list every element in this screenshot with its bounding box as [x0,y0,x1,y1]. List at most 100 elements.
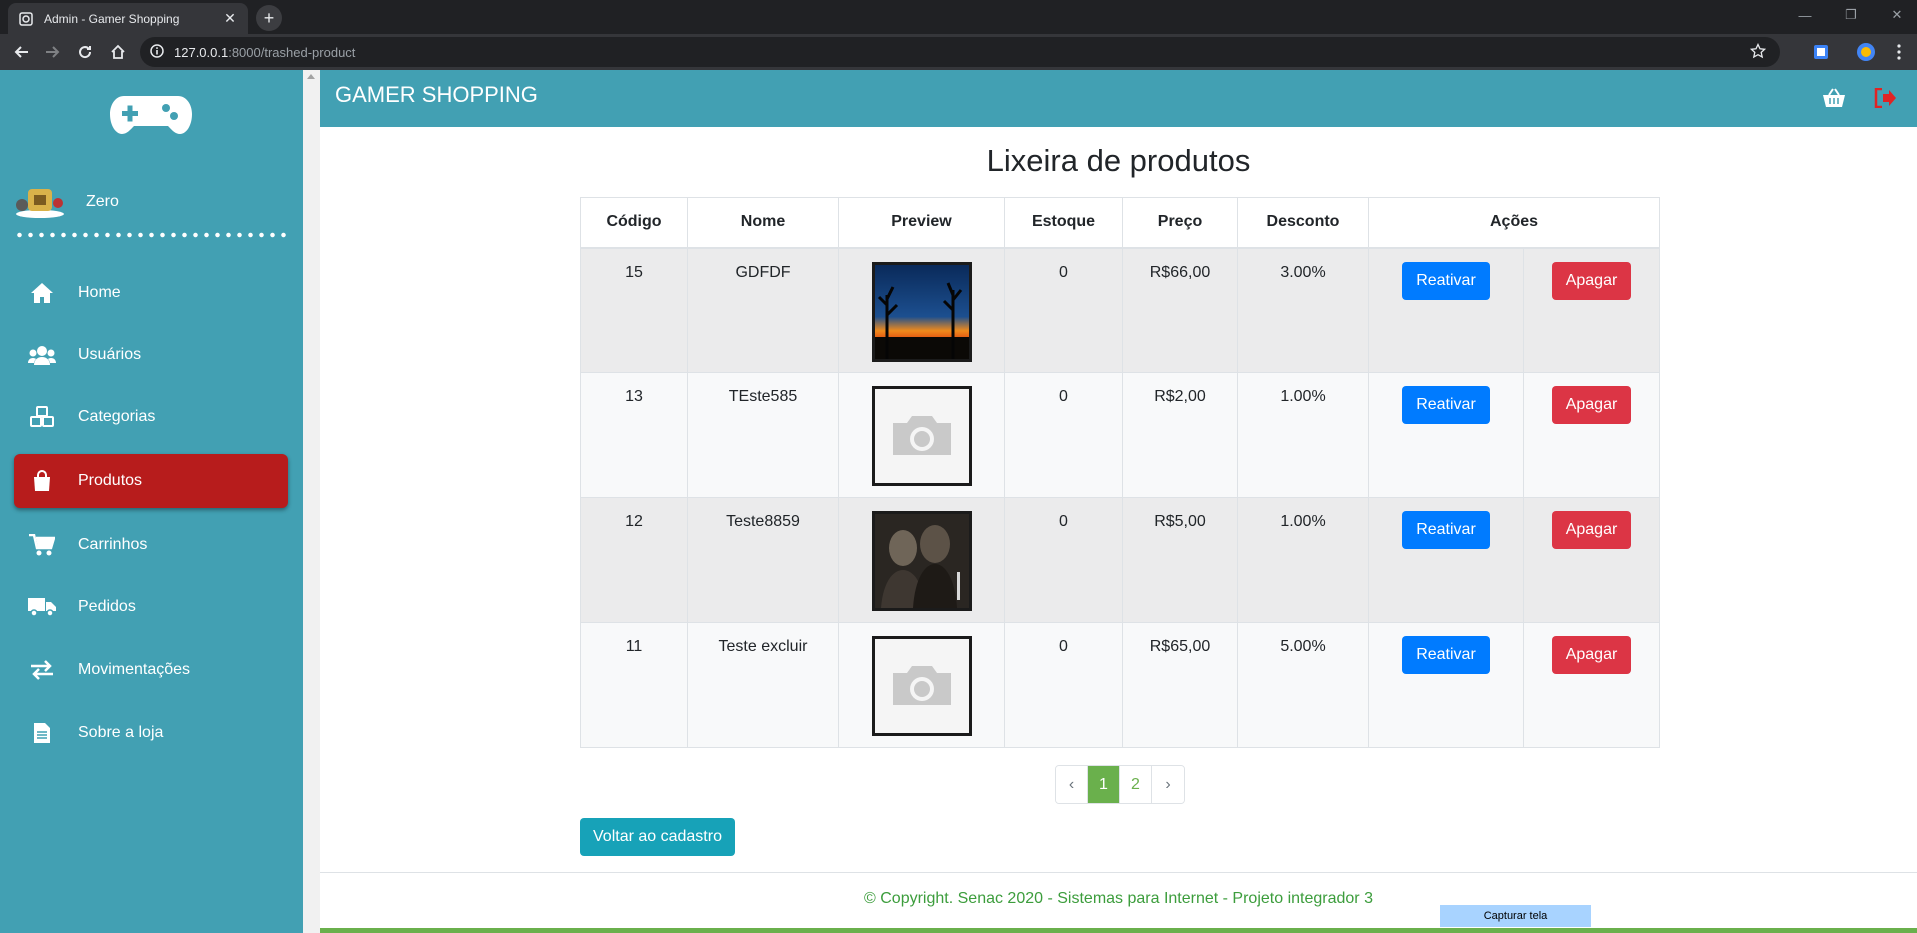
cell-price: R$2,00 [1122,372,1238,498]
scrollbar[interactable] [303,70,320,933]
table-row: 13 TEste585 0 R$2,00 1.00% Reativar Apag… [580,372,1660,498]
cell-code: 11 [580,622,688,748]
sidebar-item-movimentacoes[interactable]: Movimentações [14,643,288,697]
sidebar-item-carrinhos[interactable]: Carrinhos [14,518,288,572]
cell-reactivate: Reativar [1368,497,1524,623]
scroll-up-arrow-icon[interactable] [307,74,315,79]
reactivate-button[interactable]: Reativar [1402,261,1490,300]
product-preview-image [871,261,972,362]
sidebar-item-sobre[interactable]: Sobre a loja [14,706,288,760]
sidebar-item-pedidos[interactable]: Pedidos [14,580,288,634]
cell-name: GDFDF [687,247,839,373]
tab-title: Admin - Gamer Shopping [44,11,180,26]
sidebar-item-label: Carrinhos [78,536,148,553]
delete-button[interactable]: Apagar [1551,261,1632,300]
minimize-icon[interactable]: — [1785,4,1825,26]
column-header-nome: Nome [687,197,839,249]
camera-icon [874,389,969,483]
cell-preview [838,622,1005,748]
restore-icon[interactable]: ❐ [1831,4,1871,26]
profile-avatar-icon[interactable] [1855,41,1877,63]
reactivate-button[interactable]: Reativar [1402,386,1490,424]
pagination-next[interactable]: › [1152,766,1184,803]
column-header-desconto: Desconto [1237,197,1369,249]
sidebar-item-home[interactable]: Home [14,266,288,320]
reload-icon[interactable] [71,38,99,66]
window-close-icon[interactable]: ✕ [1877,4,1917,26]
cell-discount: 3.00% [1237,247,1369,373]
sidebar-item-label: Usuários [78,346,142,363]
table-row: 15 GDFDF 0 R$66,00 3.00% Reativar Apagar [580,247,1660,373]
basket-icon[interactable] [1820,84,1848,112]
user-name: Zero [86,193,119,210]
avatar [14,185,66,219]
table-row: 12 Teste8859 0 R$5,00 1.00% Reativar Apa… [580,497,1660,623]
sidebar-item-label: Movimentações [78,661,191,678]
pagination: ‹ 1 2 › [1055,765,1185,804]
back-arrow-icon[interactable] [8,38,36,66]
product-preview-image [871,511,972,611]
new-tab-button[interactable]: + [256,5,282,31]
sidebar-item-label: Pedidos [78,598,136,615]
pagination-page-1[interactable]: 1 [1088,766,1120,803]
cell-discount: 1.00% [1237,372,1369,498]
truck-icon [28,595,56,619]
footer-divider [320,872,1917,873]
cubes-icon [28,405,56,429]
sidebar-item-label: Categorias [78,408,156,425]
brand-title[interactable]: GAMER SHOPPING [335,82,538,108]
back-to-register-button[interactable]: Voltar ao cadastro [580,818,735,856]
delete-button[interactable]: Apagar [1551,511,1632,549]
cell-reactivate: Reativar [1368,247,1524,373]
cell-preview [838,247,1005,373]
cell-code: 15 [580,247,688,373]
exchange-icon [28,658,56,682]
tab-close-icon[interactable]: ✕ [222,10,238,27]
pagination-page-2[interactable]: 2 [1120,766,1152,803]
url-path: :8000/trashed-product [228,44,356,60]
product-preview-placeholder [871,386,972,486]
sidebar-item-categorias[interactable]: Categorias [14,390,288,444]
bookmark-star-icon[interactable] [1749,42,1767,62]
camera-icon [874,639,969,733]
cell-discount: 5.00% [1237,622,1369,748]
cell-stock: 0 [1004,247,1123,373]
cell-price: R$5,00 [1122,497,1238,623]
divider [14,232,289,238]
footer-copyright: © Copyright. Senac 2020 - Sistemas para … [864,890,1373,907]
cell-name: Teste excluir [687,622,839,748]
sidebar-item-label: Sobre a loja [78,724,164,741]
footer-bar [320,928,1917,933]
site-favicon-icon [18,11,34,27]
capture-screen-button[interactable]: Capturar tela [1440,905,1591,927]
browser-tabstrip: Admin - Gamer Shopping ✕ + — ❐ ✕ [0,0,1917,34]
cell-stock: 0 [1004,622,1123,748]
logout-icon[interactable] [1871,84,1899,112]
browser-toolbar: 127.0.0.1:8000/trashed-product [0,34,1917,70]
extension-shield-icon[interactable] [1810,41,1832,63]
home-browser-icon[interactable] [104,38,132,66]
reactivate-button[interactable]: Reativar [1402,511,1490,549]
cell-delete: Apagar [1523,497,1660,623]
cell-preview [838,372,1005,498]
user-profile[interactable]: Zero [14,185,119,219]
sidebar-item-label: Home [78,284,121,301]
sidebar-item-usuarios[interactable]: Usuários [14,328,288,382]
pagination-prev[interactable]: ‹ [1056,766,1088,803]
column-header-preview: Preview [838,197,1005,249]
page-title: Lixeira de produtos [986,143,1251,178]
menu-kebab-icon[interactable] [1888,41,1910,63]
cell-code: 12 [580,497,688,623]
info-icon[interactable] [150,43,164,61]
delete-button[interactable]: Apagar [1551,636,1632,674]
url-host: 127.0.0.1 [174,44,229,60]
gamepad-logo-icon[interactable] [110,90,192,139]
delete-button[interactable]: Apagar [1551,386,1632,424]
reactivate-button[interactable]: Reativar [1402,636,1490,674]
cell-reactivate: Reativar [1368,622,1524,748]
address-bar[interactable]: 127.0.0.1:8000/trashed-product [140,37,1780,67]
sidebar-item-label: Produtos [78,472,143,489]
browser-tab[interactable]: Admin - Gamer Shopping ✕ [8,3,248,34]
sidebar-item-produtos[interactable]: Produtos [14,454,288,508]
forward-arrow-icon[interactable] [38,38,66,66]
